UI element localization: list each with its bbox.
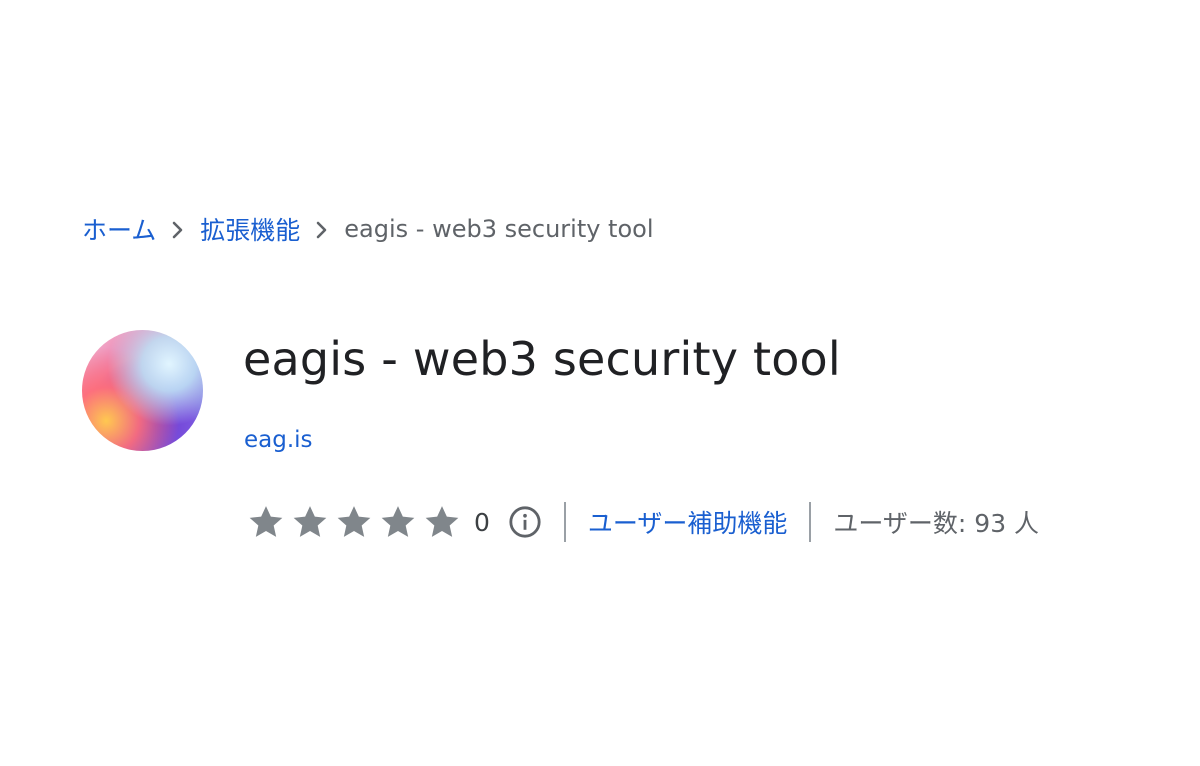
extension-logo — [82, 330, 203, 451]
accessibility-link[interactable]: ユーザー補助機能 — [588, 504, 788, 540]
extension-domain-link[interactable]: eag.is — [244, 427, 313, 453]
breadcrumb-extensions-link[interactable]: 拡張機能 — [200, 211, 300, 247]
extension-meta-row: 0 ユーザー補助機能 ユーザー数: 93 人 — [246, 500, 1039, 544]
breadcrumb-home-link[interactable]: ホーム — [82, 211, 156, 247]
rating-stars — [246, 502, 462, 542]
chevron-right-icon — [300, 217, 344, 242]
breadcrumb-current: eagis - web3 security tool — [344, 215, 654, 243]
rating-count: 0 — [474, 507, 490, 537]
star-icon — [425, 506, 459, 537]
divider — [809, 502, 812, 542]
star-icon — [249, 506, 283, 537]
star-icon — [337, 506, 371, 537]
divider — [563, 502, 566, 542]
star-icon — [381, 506, 415, 537]
chevron-right-icon — [156, 217, 200, 242]
user-count: ユーザー数: 93 人 — [833, 509, 1040, 538]
star-icon — [293, 506, 327, 537]
breadcrumb: ホーム 拡張機能 eagis - web3 security tool — [82, 210, 654, 248]
extension-title: eagis - web3 security tool — [243, 332, 841, 386]
info-icon[interactable] — [508, 505, 542, 539]
